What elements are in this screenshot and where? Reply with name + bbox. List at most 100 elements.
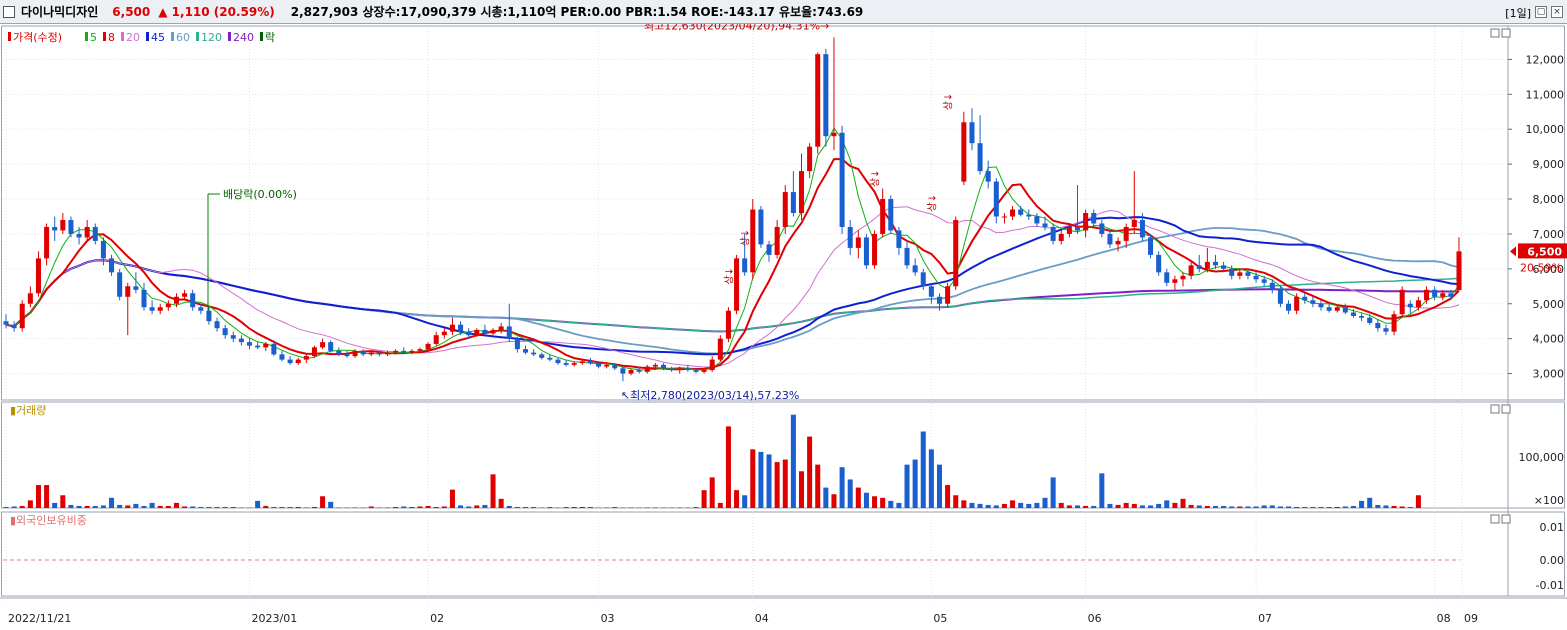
volume-bar: [1058, 502, 1064, 508]
candle-body: [969, 122, 975, 144]
volume-bar: [1107, 503, 1113, 508]
candle-body: [1302, 296, 1308, 301]
candle-body: [920, 272, 926, 287]
volume-bar: [222, 506, 228, 508]
candle-body: [303, 356, 309, 360]
candle-body: [198, 307, 204, 311]
candle-body: [165, 303, 171, 308]
candle-body: [433, 335, 439, 344]
price-tick-label: 11,000: [1526, 88, 1565, 101]
volume-bar: [1310, 506, 1316, 508]
volume-bar: [742, 495, 748, 508]
volume-bar: [912, 459, 918, 508]
candle-body: [490, 329, 496, 334]
price-tick-label: 3,000: [1533, 368, 1565, 381]
candle-body: [790, 192, 796, 213]
volume-bar: [1350, 505, 1356, 508]
volume-bar: [977, 503, 983, 508]
x-tick-label: 02: [430, 612, 444, 625]
volume-bar: [1010, 500, 1016, 508]
candle-body: [620, 368, 626, 374]
foreign-panel-title: ▮외국인보유비중: [10, 514, 87, 527]
volume-bar: [506, 505, 512, 508]
period-selector[interactable]: [1일]: [1505, 5, 1531, 21]
candle-body: [782, 192, 788, 227]
candle-body: [1034, 216, 1040, 224]
legend-swatch: [196, 32, 199, 41]
candle-body: [417, 349, 423, 351]
volume-bar: [685, 507, 691, 508]
candle-body: [872, 233, 878, 266]
volume-bar: [563, 506, 569, 508]
volume-panel-title: ▮거래량: [10, 404, 46, 417]
candle-body: [458, 324, 464, 332]
volume-bar: [336, 507, 342, 508]
close-icon[interactable]: ×: [1551, 6, 1563, 18]
candle-body: [27, 293, 33, 304]
candle-body: [1440, 293, 1446, 297]
volume-bar: [863, 492, 869, 508]
volume-bar: [677, 507, 683, 508]
candle-body: [1083, 213, 1089, 231]
candle-body: [1156, 254, 1162, 273]
candle-body: [807, 146, 813, 172]
candle-body: [1383, 328, 1389, 332]
candle-body: [961, 122, 967, 182]
volume-bar: [896, 502, 902, 508]
legend-swatch: [146, 32, 149, 41]
candle-body: [669, 368, 675, 371]
candle-body: [701, 370, 707, 372]
candle-body: [1091, 213, 1097, 224]
candle-body: [287, 359, 293, 364]
candle-body: [230, 335, 236, 339]
candle-body: [466, 331, 472, 336]
candle-body: [1074, 226, 1081, 231]
volume-bar: [100, 505, 106, 508]
candle-body: [482, 329, 488, 334]
x-tick-label: 08: [1437, 612, 1451, 625]
legend-label: 락: [265, 31, 275, 44]
volume-bar: [303, 507, 309, 508]
minimize-icon[interactable]: ▢: [1535, 6, 1547, 18]
foreign-panel-frame: [1, 511, 1565, 597]
x-tick-label: 07: [1258, 612, 1272, 625]
candle-body: [1050, 226, 1056, 241]
candle-body: [182, 293, 188, 297]
select-checkbox[interactable]: [3, 5, 15, 18]
volume-bar: [409, 506, 415, 508]
volume-bar: [1196, 505, 1202, 508]
volume-bar: [328, 501, 334, 508]
volume-tick-label: 100,000: [1519, 451, 1565, 464]
volume-bar: [1180, 498, 1186, 508]
chart-annotations: 최고12,630(2023/04/20),94.31%→ ↖최저2,780(202…: [207, 24, 1567, 402]
candle-body: [685, 368, 691, 371]
volume-bar: [1229, 506, 1235, 508]
x-tick-label: 04: [755, 612, 769, 625]
candle-body: [60, 219, 66, 231]
volume-bar: [1407, 506, 1413, 508]
volume-bar: [831, 494, 837, 508]
x-tick-label: 09: [1464, 612, 1478, 625]
volume-bar: [612, 506, 618, 508]
stock-stats: 2,827,903 상장수:17,090,379 시총:1,110억 PER:0…: [290, 5, 864, 19]
volume-bar: [604, 507, 610, 508]
candle-body: [742, 258, 748, 273]
volume-bar: [352, 507, 358, 508]
candle-body: [1212, 261, 1218, 266]
volume-bar: [238, 507, 244, 508]
volume-bar: [798, 471, 805, 508]
candle-body: [1294, 296, 1300, 311]
volume-bar: [271, 506, 277, 508]
volume-bar: [149, 502, 155, 508]
candle-body: [660, 364, 667, 369]
volume-bar: [247, 507, 253, 508]
candle-body: [238, 338, 244, 343]
volume-bar: [52, 502, 58, 508]
volume-bar: [1334, 506, 1340, 508]
volume-bar: [425, 505, 431, 508]
limit-up-marker: 상↓: [926, 194, 938, 212]
candle-body: [953, 219, 959, 287]
volume-bar: [1277, 506, 1283, 508]
volume-bar: [1415, 495, 1421, 508]
volume-bar: [255, 500, 261, 508]
